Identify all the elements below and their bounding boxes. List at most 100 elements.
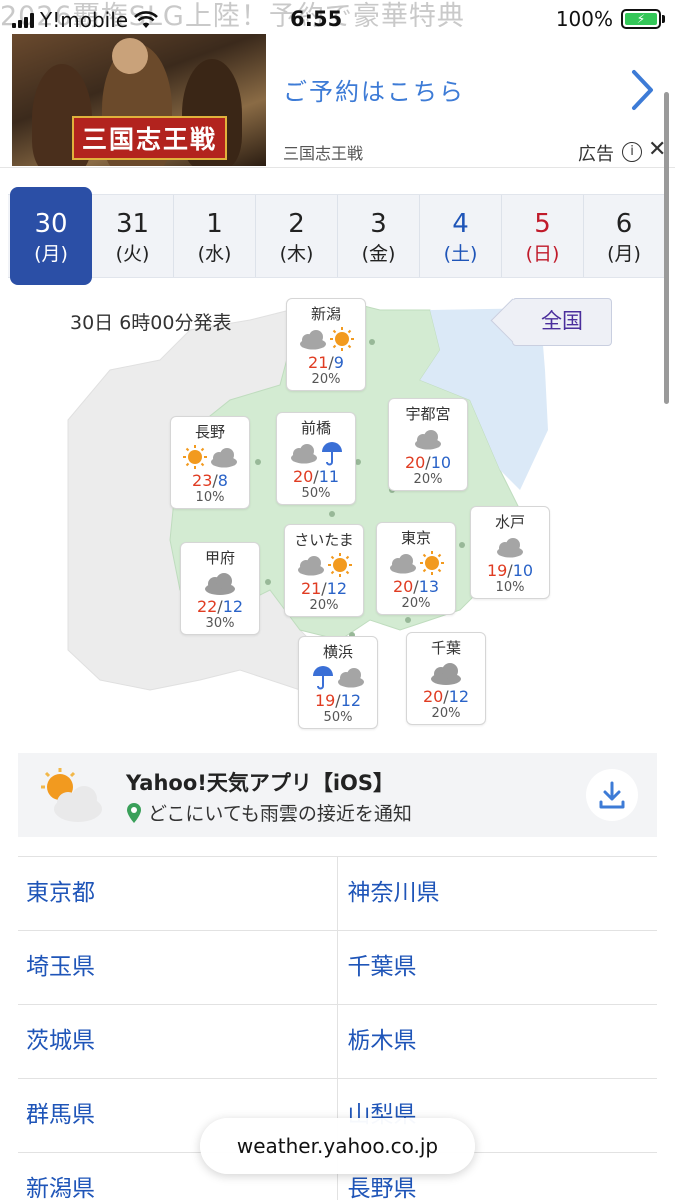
download-icon[interactable] — [586, 769, 638, 821]
city-temps: 20/11 — [292, 467, 340, 486]
date-tab[interactable]: 3 (金) — [338, 195, 420, 277]
city-temps: 19/12 — [314, 691, 362, 710]
cloud-icon — [299, 330, 326, 350]
weather-icons — [287, 324, 365, 354]
sun-icon — [329, 327, 354, 351]
date-tab[interactable]: 30 (月) — [10, 187, 92, 285]
precip-probability: 20% — [309, 598, 339, 613]
low-temp: 12 — [448, 687, 470, 706]
prefecture-link[interactable]: 茨城県 — [18, 1005, 338, 1078]
city-temps: 21/12 — [300, 579, 348, 598]
battery-icon: ⚡ — [621, 9, 665, 29]
city-forecast-card[interactable]: 新潟 21/9 20% — [286, 298, 366, 391]
cloud-icon — [337, 668, 364, 688]
map-pin-icon — [127, 802, 141, 823]
city-name: さいたま — [294, 531, 354, 549]
weather-icons — [277, 438, 355, 468]
high-temp: 19 — [486, 561, 508, 580]
precip-probability: 50% — [301, 486, 331, 501]
precip-probability: 20% — [431, 706, 461, 721]
cloud-icon — [290, 444, 317, 464]
date-tab[interactable]: 1 (水) — [174, 195, 256, 277]
cloud-icon — [415, 430, 441, 450]
date-tab[interactable]: 2 (木) — [256, 195, 338, 277]
city-temps: 23/8 — [192, 471, 228, 490]
prefecture-row: 東京都 神奈川県 — [18, 857, 657, 931]
forecast-issued-time: 30日 6時00分発表 — [70, 312, 232, 334]
city-forecast-card[interactable]: 前橋 20/11 50% — [276, 412, 356, 505]
city-forecast-card[interactable]: 宇都宮 20/10 20% — [388, 398, 468, 491]
app-promo[interactable]: Yahoo!天気アプリ【iOS】 どこにいても雨雲の接近を通知 — [18, 753, 657, 837]
precip-probability: 20% — [413, 472, 443, 487]
chevron-right-icon[interactable] — [630, 68, 656, 120]
cloud-icon — [210, 448, 237, 468]
url-bar[interactable]: weather.yahoo.co.jp — [200, 1118, 475, 1174]
low-temp: 8 — [217, 471, 228, 490]
weather-icons — [181, 568, 259, 598]
date-tab[interactable]: 6 (月) — [584, 195, 665, 277]
date-tabs: 30 (月) 31 (火) 1 (水) 2 (木) 3 (金) 4 (土) 5 (日) 6 (月) — [8, 187, 667, 285]
ad-cta-link[interactable]: ご予約はこちら — [283, 72, 465, 107]
ad-label: 広告 — [578, 144, 614, 165]
weather-icons — [299, 662, 377, 692]
date-tab[interactable]: 5 (日) — [502, 195, 584, 277]
nationwide-button[interactable]: 全国 — [512, 298, 612, 346]
city-forecast-card[interactable]: 甲府 22/12 30% — [180, 542, 260, 635]
high-temp: 20 — [404, 453, 426, 472]
precip-probability: 20% — [311, 372, 341, 387]
prefecture-link[interactable]: 栃木県 — [338, 1005, 658, 1078]
umbrella-icon — [321, 442, 342, 466]
sun-icon — [182, 445, 207, 469]
prefecture-row: 茨城県 栃木県 — [18, 1005, 657, 1079]
city-forecast-card[interactable]: さいたま 21/12 20% — [284, 524, 364, 617]
city-forecast-card[interactable]: 長野 23/8 10% — [170, 416, 250, 509]
carrier-name: Y!mobile — [40, 8, 129, 32]
date-tab-weekday: (土) — [443, 243, 478, 265]
date-tab-weekday: (金) — [361, 243, 396, 265]
precip-probability: 20% — [401, 596, 431, 611]
precip-probability: 10% — [495, 580, 525, 595]
date-tab[interactable]: 4 (土) — [420, 195, 502, 277]
prefecture-link[interactable]: 神奈川県 — [338, 857, 658, 930]
app-promo-title: Yahoo!天気アプリ【iOS】 — [126, 771, 395, 795]
sun-icon — [327, 553, 352, 577]
date-tab-day: 3 — [370, 209, 387, 239]
date-tab-weekday: (日) — [525, 243, 560, 265]
date-tab-day: 30 — [34, 209, 68, 239]
ad-info-icon[interactable]: i — [622, 142, 642, 162]
city-name: 東京 — [400, 529, 431, 547]
prefecture-link[interactable]: 東京都 — [18, 857, 338, 930]
carrier-group: Y!mobile — [12, 8, 158, 32]
city-name: 宇都宮 — [405, 405, 451, 423]
cloud-icon — [205, 573, 235, 595]
sun-icon — [419, 551, 444, 575]
ad-logo: 三国志王戦 — [72, 116, 228, 160]
umbrella-icon — [312, 666, 333, 690]
weather-icons — [285, 550, 363, 580]
city-name: 長野 — [194, 423, 225, 441]
low-temp: 9 — [333, 353, 344, 372]
date-tab-weekday: (火) — [115, 243, 150, 265]
city-name: 前橋 — [300, 419, 331, 437]
prefecture-link[interactable]: 千葉県 — [338, 931, 658, 1004]
cloud-icon — [297, 556, 324, 576]
city-forecast-card[interactable]: 東京 20/13 20% — [376, 522, 456, 615]
scrollbar[interactable] — [664, 92, 669, 404]
cloud-icon — [497, 538, 523, 558]
date-tab[interactable]: 31 (火) — [92, 195, 174, 277]
high-temp: 20 — [392, 577, 414, 596]
city-temps: 19/10 — [486, 561, 534, 580]
cloud-icon — [389, 554, 416, 574]
city-name: 横浜 — [322, 643, 353, 661]
city-forecast-card[interactable]: 千葉 20/12 20% — [406, 632, 486, 725]
city-temps: 21/9 — [308, 353, 344, 372]
city-forecast-card[interactable]: 横浜 19/12 50% — [298, 636, 378, 729]
city-temps: 20/12 — [422, 687, 470, 706]
ad-banner[interactable]: 三国志王戦 ご予約はこちら 三国志王戦 広告 i ✕ — [0, 34, 675, 168]
city-forecast-card[interactable]: 水戸 19/10 10% — [470, 506, 550, 599]
prefecture-link[interactable]: 埼玉県 — [18, 931, 338, 1004]
precip-probability: 50% — [323, 710, 353, 725]
city-name: 千葉 — [430, 639, 461, 657]
date-tab-day: 31 — [115, 209, 150, 239]
ad-image[interactable]: 三国志王戦 — [12, 34, 266, 166]
